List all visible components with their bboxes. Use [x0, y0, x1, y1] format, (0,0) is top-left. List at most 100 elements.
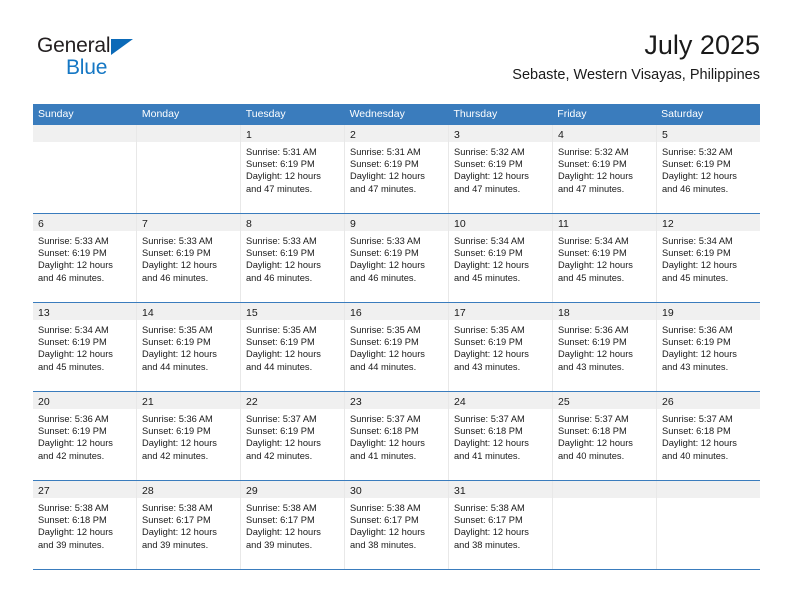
day-number: 27	[38, 485, 50, 497]
sunrise-text: Sunrise: 5:36 AM	[142, 414, 213, 424]
day-number: 14	[142, 307, 154, 319]
calendar-day-cell[interactable]: 9 Sunrise: 5:33 AM Sunset: 6:19 PM Daylight…	[345, 214, 449, 302]
day-details: Sunrise: 5:38 AM Sunset: 6:17 PM Daylight:…	[449, 498, 552, 551]
sunset-text: Sunset: 6:17 PM	[350, 515, 419, 526]
calendar-day-cell[interactable]: 21 Sunrise: 5:36 AM Sunset: 6:19 PM Dayligh…	[137, 392, 241, 480]
day-number: 17	[454, 307, 466, 319]
calendar-day-cell[interactable]: 31 Sunrise: 5:38 AM Sunset: 6:17 PM Dayligh…	[449, 481, 553, 569]
weekday-header-thursday: Thursday	[453, 108, 498, 120]
sunset-text: Sunset: 6:19 PM	[246, 426, 315, 437]
day-number-strip: 2	[345, 125, 448, 142]
calendar-day-cell[interactable]: 8 Sunrise: 5:33 AM Sunset: 6:19 PM Daylight…	[241, 214, 345, 302]
calendar-day-cell[interactable]: 16 Sunrise: 5:35 AM Sunset: 6:19 PM Dayligh…	[345, 303, 449, 391]
sunrise-text: Sunrise: 5:36 AM	[38, 414, 109, 424]
day-details: Sunrise: 5:36 AM Sunset: 6:19 PM Daylight:…	[553, 320, 656, 373]
calendar-day-cell[interactable]: 28 Sunrise: 5:38 AM Sunset: 6:17 PM Dayligh…	[137, 481, 241, 569]
sunset-text: Sunset: 6:19 PM	[38, 248, 107, 259]
generalblue-logo[interactable]: General Blue	[37, 34, 217, 86]
calendar-day-cell[interactable]: 2 Sunrise: 5:31 AM Sunset: 6:19 PM Daylight…	[345, 125, 449, 213]
day-number-strip	[33, 125, 136, 142]
day-details: Sunrise: 5:34 AM Sunset: 6:19 PM Daylight:…	[553, 231, 656, 284]
sunrise-text: Sunrise: 5:32 AM	[558, 147, 629, 157]
day-number-strip: 20	[33, 392, 136, 409]
weekday-header-saturday: Saturday	[661, 108, 704, 120]
calendar-day-cell[interactable]: 15 Sunrise: 5:35 AM Sunset: 6:19 PM Dayligh…	[241, 303, 345, 391]
calendar-day-cell[interactable]: 25 Sunrise: 5:37 AM Sunset: 6:18 PM Dayligh…	[553, 392, 657, 480]
calendar-day-cell[interactable]: 24 Sunrise: 5:37 AM Sunset: 6:18 PM Dayligh…	[449, 392, 553, 480]
calendar-day-cell[interactable]: 7 Sunrise: 5:33 AM Sunset: 6:19 PM Daylight…	[137, 214, 241, 302]
day-details: Sunrise: 5:33 AM Sunset: 6:19 PM Daylight:…	[241, 231, 344, 284]
daylight-text: Daylight: 12 hours and 43 minutes.	[662, 349, 737, 372]
day-number-strip: 31	[449, 481, 552, 498]
sunrise-text: Sunrise: 5:33 AM	[142, 236, 213, 246]
sunset-text: Sunset: 6:19 PM	[350, 337, 419, 348]
day-number: 23	[350, 396, 362, 408]
sunset-text: Sunset: 6:17 PM	[246, 515, 315, 526]
sunrise-text: Sunrise: 5:35 AM	[142, 325, 213, 335]
day-details: Sunrise: 5:32 AM Sunset: 6:19 PM Daylight:…	[449, 142, 552, 195]
sunset-text: Sunset: 6:19 PM	[662, 159, 731, 170]
calendar-weeks: 1 Sunrise: 5:31 AM Sunset: 6:19 PM Daylight…	[33, 125, 760, 570]
sunrise-text: Sunrise: 5:38 AM	[38, 503, 109, 513]
day-number: 9	[350, 218, 356, 230]
day-number: 31	[454, 485, 466, 497]
sunset-text: Sunset: 6:19 PM	[350, 159, 419, 170]
day-details: Sunrise: 5:35 AM Sunset: 6:19 PM Daylight:…	[449, 320, 552, 373]
daylight-text: Daylight: 12 hours and 44 minutes.	[142, 349, 217, 372]
calendar-day-cell[interactable]: 22 Sunrise: 5:37 AM Sunset: 6:19 PM Dayligh…	[241, 392, 345, 480]
calendar-day-cell[interactable]: 1 Sunrise: 5:31 AM Sunset: 6:19 PM Daylight…	[241, 125, 345, 213]
title-block: July 2025 Sebaste, Western Visayas, Phil…	[512, 28, 760, 84]
sunset-text: Sunset: 6:19 PM	[142, 426, 211, 437]
day-details: Sunrise: 5:37 AM Sunset: 6:18 PM Daylight:…	[345, 409, 448, 462]
day-details: Sunrise: 5:35 AM Sunset: 6:19 PM Daylight:…	[137, 320, 240, 373]
calendar-day-cell[interactable]: 11 Sunrise: 5:34 AM Sunset: 6:19 PM Dayligh…	[553, 214, 657, 302]
daylight-text: Daylight: 12 hours and 47 minutes.	[558, 171, 633, 194]
calendar-day-cell[interactable]: 23 Sunrise: 5:37 AM Sunset: 6:18 PM Dayligh…	[345, 392, 449, 480]
calendar-day-cell[interactable]: 4 Sunrise: 5:32 AM Sunset: 6:19 PM Daylight…	[553, 125, 657, 213]
calendar-day-cell[interactable]: 6 Sunrise: 5:33 AM Sunset: 6:19 PM Daylight…	[33, 214, 137, 302]
weekday-header-row: Sunday Monday Tuesday Wednesday Thursday Frid…	[33, 104, 760, 125]
calendar-day-cell[interactable]: 12 Sunrise: 5:34 AM Sunset: 6:19 PM Dayligh…	[657, 214, 760, 302]
sunrise-text: Sunrise: 5:34 AM	[38, 325, 109, 335]
calendar-day-cell[interactable]: 10 Sunrise: 5:34 AM Sunset: 6:19 PM Dayligh…	[449, 214, 553, 302]
sunrise-text: Sunrise: 5:37 AM	[558, 414, 629, 424]
sunset-text: Sunset: 6:19 PM	[246, 337, 315, 348]
day-number: 28	[142, 485, 154, 497]
weekday-header-wednesday: Wednesday	[349, 108, 405, 120]
calendar-day-cell[interactable]: 17 Sunrise: 5:35 AM Sunset: 6:19 PM Dayligh…	[449, 303, 553, 391]
day-details: Sunrise: 5:36 AM Sunset: 6:19 PM Daylight:…	[137, 409, 240, 462]
calendar-day-cell[interactable]: 26 Sunrise: 5:37 AM Sunset: 6:18 PM Dayligh…	[657, 392, 760, 480]
day-number-strip: 5	[657, 125, 760, 142]
calendar-day-cell[interactable]: 20 Sunrise: 5:36 AM Sunset: 6:19 PM Dayligh…	[33, 392, 137, 480]
day-number-strip: 3	[449, 125, 552, 142]
day-number-strip: 18	[553, 303, 656, 320]
day-number-strip: 1	[241, 125, 344, 142]
day-details: Sunrise: 5:38 AM Sunset: 6:17 PM Daylight:…	[241, 498, 344, 551]
daylight-text: Daylight: 12 hours and 45 minutes.	[38, 349, 113, 372]
sunrise-text: Sunrise: 5:35 AM	[350, 325, 421, 335]
sunrise-text: Sunrise: 5:38 AM	[454, 503, 525, 513]
sunrise-text: Sunrise: 5:35 AM	[246, 325, 317, 335]
calendar-day-cell[interactable]: 27 Sunrise: 5:38 AM Sunset: 6:18 PM Dayligh…	[33, 481, 137, 569]
daylight-text: Daylight: 12 hours and 45 minutes.	[454, 260, 529, 283]
calendar-day-cell[interactable]: 3 Sunrise: 5:32 AM Sunset: 6:19 PM Daylight…	[449, 125, 553, 213]
sunrise-text: Sunrise: 5:37 AM	[662, 414, 733, 424]
day-number-strip: 27	[33, 481, 136, 498]
calendar-day-cell[interactable]: 18 Sunrise: 5:36 AM Sunset: 6:19 PM Dayligh…	[553, 303, 657, 391]
day-number-strip: 14	[137, 303, 240, 320]
sunset-text: Sunset: 6:19 PM	[142, 337, 211, 348]
calendar-day-cell[interactable]: 14 Sunrise: 5:35 AM Sunset: 6:19 PM Dayligh…	[137, 303, 241, 391]
day-number-strip: 24	[449, 392, 552, 409]
day-number-strip: 15	[241, 303, 344, 320]
calendar-day-cell[interactable]: 5 Sunrise: 5:32 AM Sunset: 6:19 PM Daylight…	[657, 125, 760, 213]
sunrise-text: Sunrise: 5:37 AM	[454, 414, 525, 424]
calendar-day-cell[interactable]: 19 Sunrise: 5:36 AM Sunset: 6:19 PM Dayligh…	[657, 303, 760, 391]
day-details: Sunrise: 5:31 AM Sunset: 6:19 PM Daylight:…	[345, 142, 448, 195]
day-number: 30	[350, 485, 362, 497]
calendar-day-cell[interactable]: 13 Sunrise: 5:34 AM Sunset: 6:19 PM Dayligh…	[33, 303, 137, 391]
sunset-text: Sunset: 6:19 PM	[454, 159, 523, 170]
calendar-day-cell[interactable]: 30 Sunrise: 5:38 AM Sunset: 6:17 PM Dayligh…	[345, 481, 449, 569]
daylight-text: Daylight: 12 hours and 42 minutes.	[38, 438, 113, 461]
sunset-text: Sunset: 6:18 PM	[662, 426, 731, 437]
calendar-day-cell[interactable]: 29 Sunrise: 5:38 AM Sunset: 6:17 PM Dayligh…	[241, 481, 345, 569]
